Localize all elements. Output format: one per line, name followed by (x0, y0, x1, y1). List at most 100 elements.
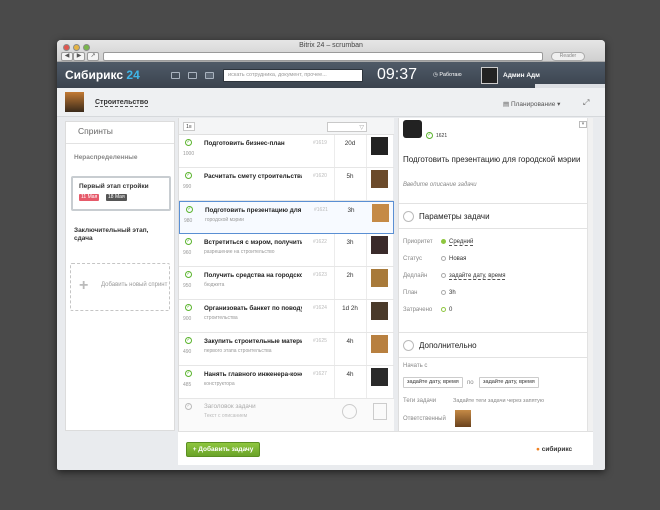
spent-value[interactable]: 0 (441, 307, 452, 313)
collapse-icon[interactable]: ▾ (579, 121, 587, 128)
complete-icon[interactable]: ✓ (185, 370, 192, 377)
table-row[interactable]: ✓ 980 Подготовить презентацию для городско… (179, 201, 394, 234)
avatar[interactable] (371, 236, 388, 254)
user-name[interactable]: Админ Адм (503, 72, 540, 79)
reader-button[interactable]: Reader (551, 52, 585, 61)
tags-input[interactable]: Задайте теги задачи через запятую (453, 398, 544, 404)
task-id: #1622 (313, 239, 327, 245)
complete-icon[interactable]: ✓ (185, 139, 192, 146)
status-value[interactable]: Новая (441, 256, 466, 262)
user-icon[interactable] (373, 403, 387, 420)
task-subtitle: разрешение на строительство (204, 249, 275, 255)
task-duration[interactable]: 1d 2h (334, 305, 366, 312)
task-description[interactable]: Введите описание задачи (403, 182, 477, 188)
task-sort-index: 980 (184, 218, 193, 224)
complete-icon[interactable]: ✓ (185, 238, 192, 245)
task-name[interactable]: Подготовить презентацию для городской мэ… (205, 207, 303, 214)
table-row[interactable]: ✓ 960 Встретиться с мэром, получить разреш… (179, 234, 394, 267)
complete-icon[interactable]: ✓ (185, 271, 192, 278)
scrollbar[interactable] (587, 118, 593, 431)
task-name[interactable]: Закупить строительные материалы (204, 338, 302, 345)
url-bar[interactable] (103, 52, 543, 61)
chat-icon[interactable] (171, 72, 180, 79)
task-name[interactable]: Подготовить бизнес-план (204, 140, 302, 147)
forward-icon[interactable]: ▶ (73, 52, 85, 61)
add-task-button[interactable]: + Добавить задачу (186, 442, 260, 457)
complete-icon[interactable]: ✓ (185, 337, 192, 344)
fullscreen-icon[interactable]: ⤢ (583, 98, 593, 108)
task-id: #1621 (314, 207, 328, 213)
avatar[interactable] (481, 67, 498, 84)
task-duration[interactable]: 3h (334, 239, 366, 246)
task-subtitle: первого этапа строительства (204, 348, 272, 354)
task-sort-index: 490 (183, 349, 192, 355)
task-name[interactable]: Получить средства на городское строитель… (204, 272, 302, 279)
project-bar: Строительство ▤ Планирование ▾ ⤢ (57, 88, 605, 117)
project-name[interactable]: Строительство (95, 99, 149, 107)
sprint-item-1[interactable]: Первый этап стройки 11 Мая 18 Мая (71, 176, 171, 211)
task-sort-index: 485 (183, 382, 192, 388)
task-title[interactable]: Подготовить презентацию для городской мэ… (403, 155, 588, 165)
avatar[interactable] (371, 137, 388, 155)
task-name[interactable]: Нанять главного инженера-конструктора (204, 371, 302, 378)
table-row[interactable]: ✓ 990 Расчитать смету строительства #1620 5h (179, 168, 394, 201)
quick-add-row[interactable]: ✓ Заголовок задачи Текст с описанием (179, 399, 394, 431)
table-row[interactable]: ✓ 900 Организовать банкет по поводу начала… (179, 300, 394, 333)
clock-icon (403, 211, 414, 222)
responsible-avatar[interactable] (455, 410, 471, 427)
complete-icon[interactable]: ✓ (426, 132, 433, 139)
table-row[interactable]: ✓ 950 Получить средства на городское строи… (179, 267, 394, 300)
quick-add-name[interactable]: Заголовок задачи (204, 403, 302, 410)
window-title: Bitrix 24 – scrumban (299, 42, 363, 49)
extra-section[interactable]: Дополнительно (399, 332, 593, 358)
task-detail-panel: ✓ 1621 ▾ Подготовить презентацию для гор… (398, 118, 593, 431)
brand-logo: ● сибирикс (536, 446, 573, 453)
quick-add-desc[interactable]: Текст с описанием (204, 413, 247, 419)
task-subtitle: конструктора (204, 381, 235, 387)
table-row[interactable]: ✓ 485 Нанять главного инженера-конструктор… (179, 366, 394, 399)
table-row[interactable]: ✓ 490 Закупить строительные материалы перво… (179, 333, 394, 366)
end-date-button[interactable]: задайте дату, время (479, 377, 539, 388)
deadline-value[interactable]: задайте дату, время (441, 273, 506, 281)
avatar[interactable] (371, 170, 388, 188)
avatar[interactable] (371, 335, 388, 353)
complete-icon[interactable]: ✓ (185, 172, 192, 179)
avatar[interactable] (371, 368, 388, 386)
avatar[interactable] (372, 204, 389, 222)
add-sprint-button[interactable]: + Добавить новый спринт (70, 263, 170, 311)
share-icon[interactable]: ↗ (87, 52, 99, 61)
task-duration[interactable]: 5h (334, 173, 366, 180)
calendar-icon[interactable] (188, 72, 197, 79)
clock-icon[interactable] (342, 404, 357, 419)
filter-input[interactable]: ▽ (327, 122, 367, 132)
task-id: #1627 (313, 371, 327, 377)
sprint-unassigned[interactable]: Нераспределенные (66, 143, 174, 170)
task-duration[interactable]: 20d (334, 140, 366, 147)
task-duration[interactable]: 2h (334, 272, 366, 279)
task-duration[interactable]: 3h (335, 207, 367, 214)
sprint-item-2[interactable]: Заключительный этап, сдача (66, 217, 174, 263)
avatar[interactable] (371, 302, 388, 320)
sort-button[interactable]: 1≡ (183, 122, 195, 131)
start-date-button[interactable]: задайте дату, время (403, 377, 463, 388)
task-id: 1621 (436, 133, 448, 139)
params-section[interactable]: Параметры задачи (399, 203, 593, 229)
workday-status[interactable]: ◷ Работаю (433, 72, 462, 78)
task-duration[interactable]: 4h (334, 371, 366, 378)
avatar[interactable] (371, 269, 388, 287)
back-icon[interactable]: ◀ (61, 52, 73, 61)
task-name[interactable]: Организовать банкет по поводу начала (204, 305, 302, 312)
tasks-icon[interactable] (205, 72, 214, 79)
priority-value[interactable]: Средний (441, 239, 474, 247)
complete-icon[interactable]: ✓ (186, 206, 193, 213)
app-logo[interactable]: Сибирикс 24 (65, 68, 140, 82)
complete-icon[interactable]: ✓ (185, 304, 192, 311)
footer-bar: + Добавить задачу ● сибирикс (178, 431, 593, 465)
search-input[interactable]: искать сотрудника, документ, прочее... (223, 69, 363, 82)
plan-value[interactable]: 3h (441, 290, 456, 296)
planning-dropdown[interactable]: ▤ Планирование ▾ (503, 100, 560, 108)
task-name[interactable]: Встретиться с мэром, получить разрешение (204, 239, 302, 246)
task-name[interactable]: Расчитать смету строительства (204, 173, 302, 180)
task-duration[interactable]: 4h (334, 338, 366, 345)
table-row[interactable]: ✓ 1000 Подготовить бизнес-план #1619 20d (179, 135, 394, 168)
